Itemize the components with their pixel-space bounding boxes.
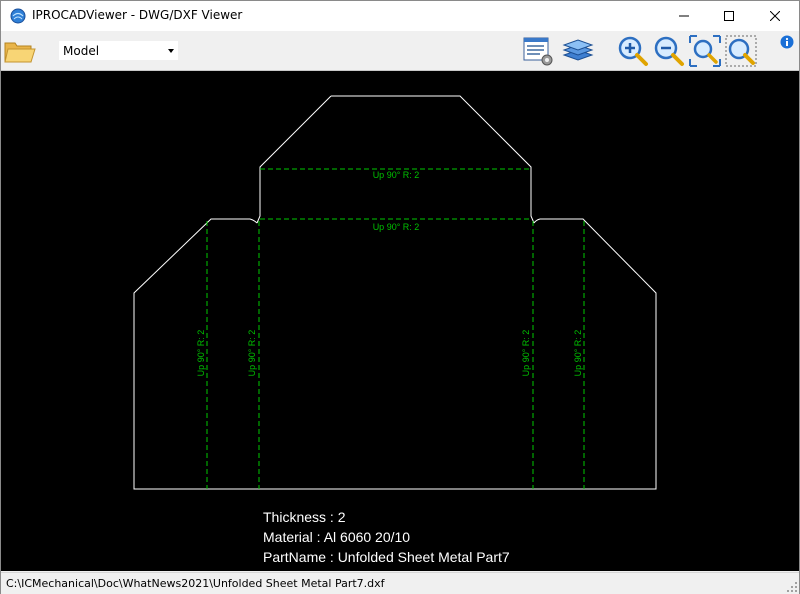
zoom-in-icon[interactable]: [617, 35, 649, 67]
note-material: Material : Al 6060 20/10: [263, 529, 410, 545]
layout-dropdown-value: Model: [63, 44, 100, 58]
drawing-notes: Thickness : 2 Material : Al 6060 20/10 P…: [263, 509, 510, 565]
minimize-icon: [679, 15, 689, 17]
status-bar: C:\ICMechanical\Doc\WhatNews2021\Unfolde…: [1, 572, 799, 594]
bend-lines: [206, 168, 585, 489]
chevron-down-icon: [168, 49, 174, 53]
bend-label-middle: Up 90° R: 2: [373, 222, 420, 232]
bend-label-v1: Up 90° R: 2: [196, 330, 206, 377]
bend-label-v2: Up 90° R: 2: [247, 330, 257, 377]
open-folder-icon[interactable]: [4, 38, 36, 64]
title-bar: IPROCADViewer - DWG/DXF Viewer: [1, 1, 799, 31]
file-path: C:\ICMechanical\Doc\WhatNews2021\Unfolde…: [6, 577, 385, 590]
layout-dropdown[interactable]: Model: [58, 40, 179, 61]
close-button[interactable]: [752, 1, 798, 31]
close-icon: [770, 11, 780, 21]
minimize-button[interactable]: [661, 1, 707, 31]
zoom-extents-icon[interactable]: [689, 35, 721, 67]
part-outline: [133, 95, 657, 490]
maximize-button[interactable]: [706, 1, 752, 31]
bend-label-v4: Up 90° R: 2: [573, 330, 583, 377]
note-partname: PartName : Unfolded Sheet Metal Part7: [263, 549, 510, 565]
layer-settings-icon[interactable]: [522, 35, 554, 67]
drawing-svg: Up 90° R: 2 Up 90° R: 2 Up 90° R: 2 Up 9…: [133, 95, 657, 565]
drawing-canvas[interactable]: Up 90° R: 2 Up 90° R: 2 Up 90° R: 2 Up 9…: [1, 71, 799, 571]
bend-label-v3: Up 90° R: 2: [521, 330, 531, 377]
note-thickness: Thickness : 2: [263, 509, 346, 525]
bend-labels: Up 90° R: 2 Up 90° R: 2 Up 90° R: 2 Up 9…: [196, 170, 583, 376]
resize-grip-icon[interactable]: [787, 582, 797, 592]
maximize-icon: [724, 11, 734, 21]
info-icon[interactable]: [780, 35, 794, 49]
app-window: IPROCADViewer - DWG/DXF Viewer Model Up …: [0, 0, 800, 594]
layers-icon[interactable]: [562, 35, 594, 67]
app-logo-icon: [10, 8, 26, 24]
bend-label-top: Up 90° R: 2: [373, 170, 420, 180]
zoom-out-icon[interactable]: [653, 35, 685, 67]
zoom-window-icon[interactable]: [725, 35, 757, 67]
window-title: IPROCADViewer - DWG/DXF Viewer: [32, 8, 243, 22]
toolbar: Model: [1, 31, 799, 71]
